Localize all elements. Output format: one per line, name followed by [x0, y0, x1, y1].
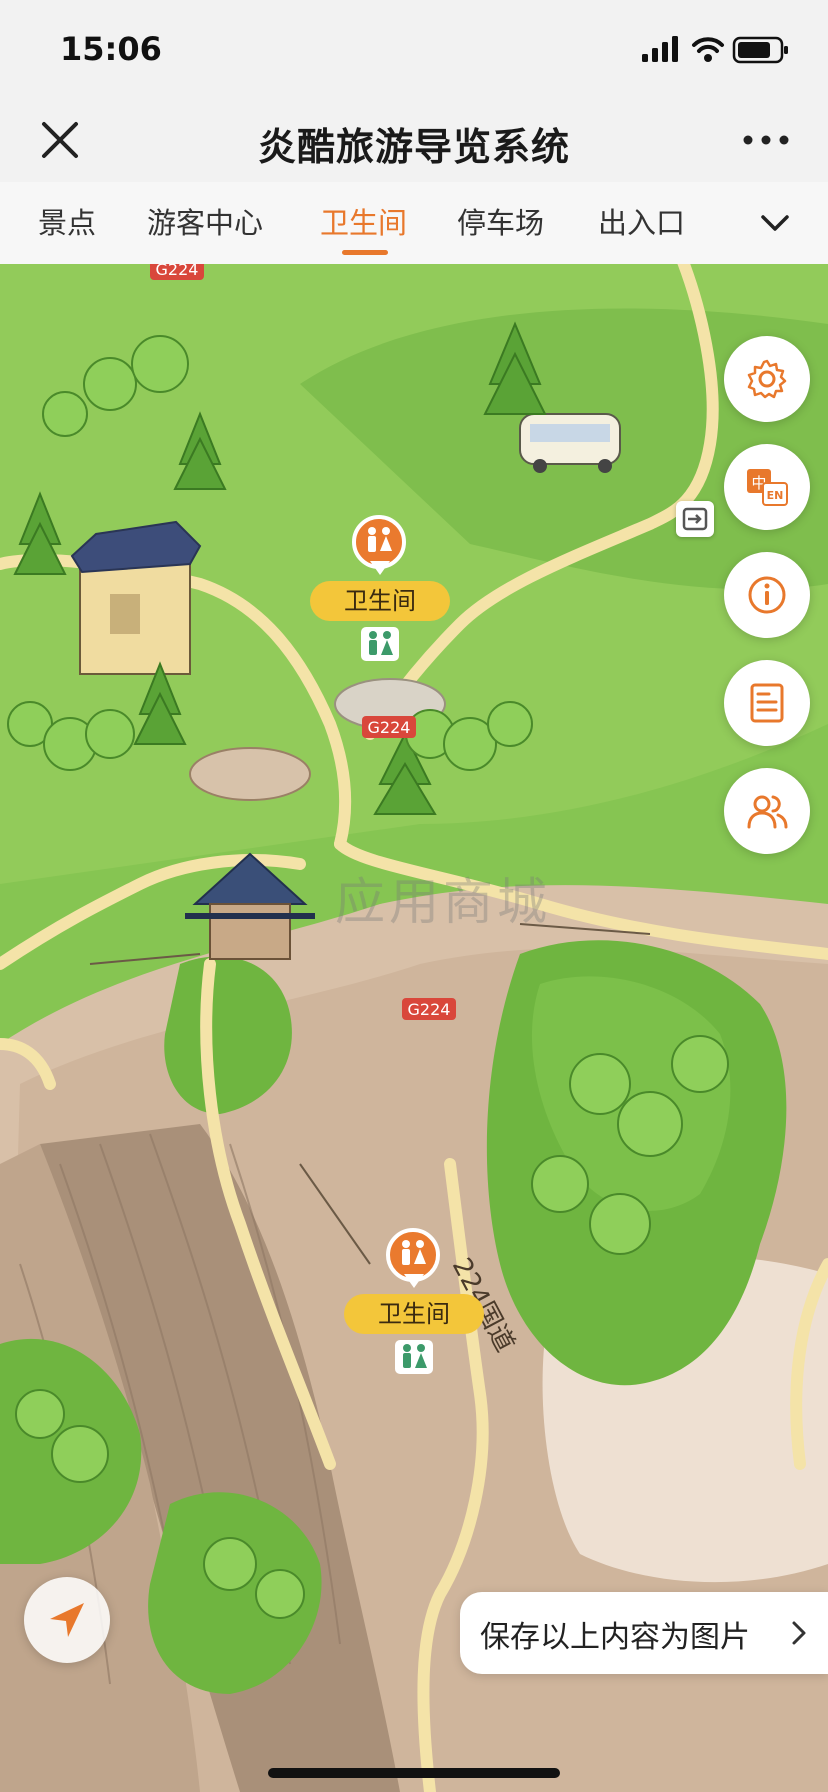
wifi-icon — [692, 37, 724, 62]
locate-button[interactable] — [24, 1577, 110, 1663]
document-icon — [750, 683, 784, 723]
exit-icon — [682, 507, 708, 531]
chevron-right-icon — [792, 1621, 806, 1645]
road-label: G224 — [368, 718, 411, 737]
info-button[interactable] — [724, 552, 810, 638]
scenic-map[interactable]: G224 G224 G224 224国道 — [0, 264, 828, 1792]
active-tab-indicator — [342, 250, 388, 255]
svg-text:EN: EN — [767, 489, 784, 502]
gear-icon — [747, 359, 787, 399]
save-label: 保存以上内容为图片 — [480, 1620, 750, 1655]
home-indicator — [268, 1768, 560, 1778]
save-as-image-button[interactable]: 保存以上内容为图片 — [460, 1592, 828, 1674]
page-title: 炎酷旅游导览系统 — [257, 125, 570, 169]
status-time: 15:06 — [60, 30, 162, 68]
tab-entrance-exit[interactable]: 出入口 — [598, 200, 685, 242]
signal-icon — [642, 36, 678, 62]
info-icon — [748, 576, 786, 614]
tab-scenic-spots[interactable]: 景点 — [38, 200, 96, 242]
status-icons — [642, 36, 788, 64]
language-button[interactable]: 中 EN — [724, 444, 810, 530]
category-tabs: 景点 游客中心 卫生间 停车场 出入口 — [0, 182, 828, 265]
more-icon[interactable] — [742, 122, 790, 158]
tab-restroom[interactable]: 卫生间 — [320, 200, 407, 242]
chevron-down-icon[interactable] — [758, 206, 792, 240]
road-label: G224 — [408, 1000, 451, 1019]
pin-label: 卫生间 — [310, 581, 450, 621]
toilet-icon — [395, 1340, 433, 1374]
group-button[interactable] — [724, 768, 810, 854]
map-illustration: G224 G224 G224 224国道 — [0, 264, 828, 1792]
settings-button[interactable] — [724, 336, 810, 422]
exit-marker[interactable] — [676, 501, 714, 537]
restroom-pin[interactable]: 卫生间 — [310, 515, 450, 685]
watermark: 应用商城 — [335, 873, 551, 931]
pin-label: 卫生间 — [344, 1294, 484, 1334]
notes-button[interactable] — [724, 660, 810, 746]
language-icon: 中 EN — [747, 469, 788, 506]
tour-bus — [519, 413, 621, 473]
location-arrow-icon — [50, 1603, 84, 1637]
temple-building — [70, 520, 202, 675]
tab-visitor-center[interactable]: 游客中心 — [147, 200, 263, 242]
tab-parking[interactable]: 停车场 — [457, 200, 544, 242]
status-bar: 15:06 — [0, 0, 828, 100]
nav-bar: 炎酷旅游导览系统 — [0, 100, 828, 182]
users-icon — [747, 795, 788, 829]
restroom-pin[interactable]: 卫生间 — [344, 1228, 484, 1398]
road-label: G224 — [156, 264, 199, 279]
battery-icon — [732, 36, 788, 64]
toilet-icon — [361, 627, 399, 661]
